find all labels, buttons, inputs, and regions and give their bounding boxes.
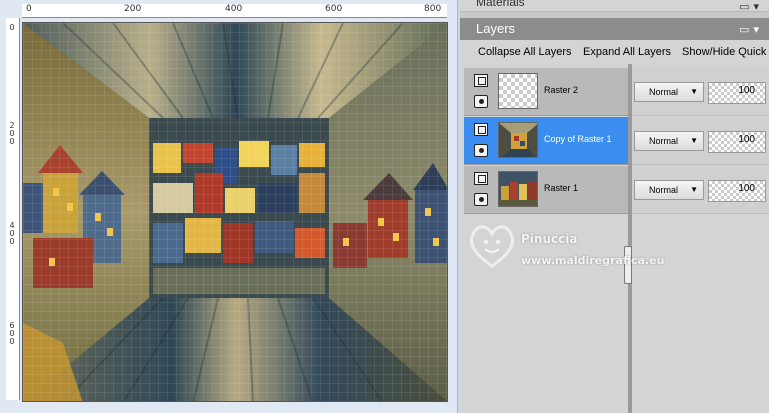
layers-title: Layers <box>476 21 516 36</box>
layer-group-icon[interactable] <box>474 123 488 136</box>
ruler-label: 600 <box>9 321 15 346</box>
menu-icon[interactable]: ▾ <box>753 1 763 11</box>
layer-properties-row: Normal ▼ 100 <box>632 68 769 116</box>
layer-thumbnail <box>498 171 538 207</box>
opacity-value: 100 <box>738 134 755 145</box>
ruler-label: 600 <box>325 4 343 14</box>
visibility-eye-icon[interactable] <box>474 144 488 157</box>
blend-mode-value: Normal <box>649 136 679 146</box>
opacity-value: 100 <box>738 85 755 96</box>
ruler-label: 0 <box>26 4 32 14</box>
dropdown-chevron-icon: ▼ <box>690 136 698 145</box>
canvas-window: 0 200 400 600 800 0 200 400 600 <box>0 0 458 413</box>
watermark-name: Pinuccia <box>521 232 578 246</box>
vertical-ruler: 0 200 400 600 <box>6 18 20 400</box>
heart-logo-icon <box>469 225 515 268</box>
materials-palette-header[interactable]: Materials ▭▾ <box>460 0 769 12</box>
minimize-icon[interactable]: ▭ <box>739 1 753 11</box>
blend-mode-dropdown[interactable]: Normal ▼ <box>634 131 704 151</box>
layer-row-copy-of-raster-1[interactable]: Copy of Raster 1 <box>464 117 628 165</box>
blend-mode-value: Normal <box>649 185 679 195</box>
palette-window-buttons[interactable]: ▭▾ <box>739 0 763 11</box>
layer-row-raster-2[interactable]: Raster 2 <box>464 68 628 116</box>
layers-palette: Materials ▭▾ Layers ▭▾ Collapse All Laye… <box>460 0 769 413</box>
ruler-label: 0 <box>9 23 15 32</box>
layer-properties-row: Normal ▼ 100 <box>632 117 769 165</box>
blend-mode-dropdown[interactable]: Normal ▼ <box>634 180 704 200</box>
ruler-label: 800 <box>424 4 442 14</box>
layer-group-icon[interactable] <box>474 172 488 185</box>
opacity-field[interactable]: 100 <box>708 131 766 153</box>
show-hide-quick-button[interactable]: Show/Hide Quick <box>682 46 766 58</box>
visibility-eye-icon[interactable] <box>474 193 488 206</box>
watermark: Pinuccia www.maldiregrafica.eu <box>464 214 714 274</box>
minimize-icon[interactable]: ▭ <box>739 24 753 36</box>
layer-group-icon[interactable] <box>474 74 488 87</box>
blend-mode-value: Normal <box>649 87 679 97</box>
collapse-all-layers-button[interactable]: Collapse All Layers <box>478 46 572 58</box>
blend-mode-dropdown[interactable]: Normal ▼ <box>634 82 704 102</box>
expand-all-layers-button[interactable]: Expand All Layers <box>583 46 671 58</box>
canvas-artwork <box>23 23 447 401</box>
dropdown-chevron-icon: ▼ <box>690 87 698 96</box>
ruler-label: 200 <box>9 121 15 146</box>
palette-window-buttons[interactable]: ▭▾ <box>739 23 763 36</box>
horizontal-ruler: 0 200 400 600 800 <box>22 4 447 18</box>
layer-properties-row: Normal ▼ 100 <box>632 166 769 214</box>
ruler-label: 400 <box>9 221 15 246</box>
ruler-label: 400 <box>225 4 243 14</box>
visibility-eye-icon[interactable] <box>474 95 488 108</box>
materials-title: Materials <box>476 0 525 9</box>
layer-name[interactable]: Raster 2 <box>544 85 578 95</box>
layer-row-raster-1[interactable]: Raster 1 <box>464 166 628 214</box>
opacity-field[interactable]: 100 <box>708 180 766 202</box>
layers-toolbar: Collapse All Layers Expand All Layers Sh… <box>460 40 769 64</box>
opacity-value: 100 <box>738 183 755 194</box>
layer-thumbnail <box>498 122 538 158</box>
image-canvas[interactable] <box>22 22 448 402</box>
menu-icon[interactable]: ▾ <box>753 24 763 36</box>
watermark-url: www.maldiregrafica.eu <box>521 254 665 267</box>
dropdown-chevron-icon: ▼ <box>690 185 698 194</box>
layer-thumbnail <box>498 73 538 109</box>
ruler-label: 200 <box>124 4 142 14</box>
layer-name[interactable]: Copy of Raster 1 <box>544 134 612 144</box>
layer-name[interactable]: Raster 1 <box>544 183 578 193</box>
layers-palette-header[interactable]: Layers ▭▾ <box>460 18 769 40</box>
opacity-field[interactable]: 100 <box>708 82 766 104</box>
